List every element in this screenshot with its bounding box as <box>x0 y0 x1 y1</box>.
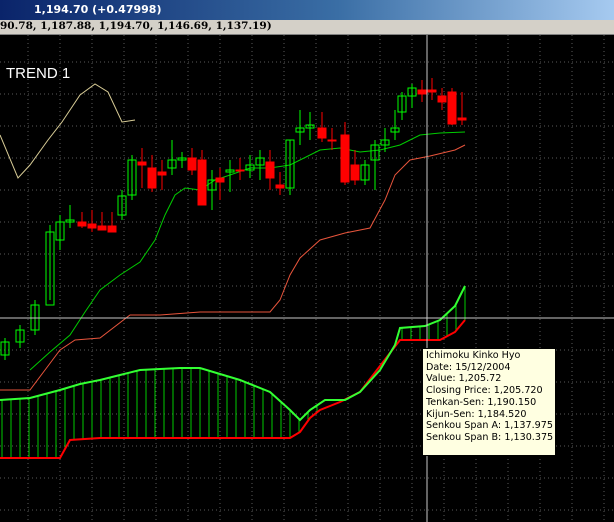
candle-body <box>447 91 457 125</box>
candle-body <box>137 161 147 166</box>
candle-body <box>265 161 275 179</box>
candle-body <box>437 95 447 103</box>
candle-body <box>427 89 437 93</box>
candle-body <box>327 139 337 142</box>
candle-body <box>317 127 327 139</box>
candle-body <box>457 117 467 121</box>
candle-body <box>187 157 197 171</box>
candle-body <box>275 184 285 189</box>
tooltip-kijun-sen: Kijun-Sen: 1,184.520 <box>426 408 527 420</box>
tooltip-date: Date: 15/12/2004 <box>426 361 511 373</box>
chikou-span-line <box>0 83 136 179</box>
title-bar: 1,194.70 (+0.47998) <box>0 0 614 20</box>
chart-label: TREND 1 <box>6 65 70 82</box>
indicator-values: 90.78, 1,187.88, 1,194.70, 1,146.69, 1,1… <box>0 20 272 32</box>
candle-body <box>340 134 350 183</box>
candle-body <box>157 171 167 176</box>
price-title: 1,194.70 (+0.47998) <box>34 3 162 16</box>
indicator-info-bar: 90.78, 1,187.88, 1,194.70, 1,146.69, 1,1… <box>0 20 614 35</box>
candle-body <box>197 159 207 206</box>
tooltip-title: Ichimoku Kinko Hyo <box>426 350 521 361</box>
tooltip-senkou-span-a: Senkou Span A: 1,137.975 <box>426 420 553 432</box>
candle-body <box>107 225 117 233</box>
candle-body <box>215 177 225 183</box>
candle-body <box>235 169 245 172</box>
tenkan-sen-line <box>29 131 466 371</box>
candle-body <box>77 221 87 227</box>
candle-body <box>417 89 427 95</box>
tooltip-tenkan-sen: Tenkan-Sen: 1,190.150 <box>426 396 537 408</box>
data-tooltip: Ichimoku Kinko Hyo Date: 15/12/2004 Valu… <box>422 348 556 456</box>
tooltip-value: Value: 1,205.72 <box>426 373 502 385</box>
senkou-span-a-line <box>0 285 466 422</box>
tooltip-closing-price: Closing Price: 1,205.720 <box>426 385 543 397</box>
candle-body <box>350 164 360 181</box>
kijun-sen-line <box>0 144 466 391</box>
tooltip-senkou-span-b: Senkou Span B: 1,130.375 <box>426 431 554 443</box>
candle-body <box>97 225 107 231</box>
candle-body <box>87 223 97 229</box>
candle-body <box>147 167 157 189</box>
indicator-lines <box>0 83 466 459</box>
